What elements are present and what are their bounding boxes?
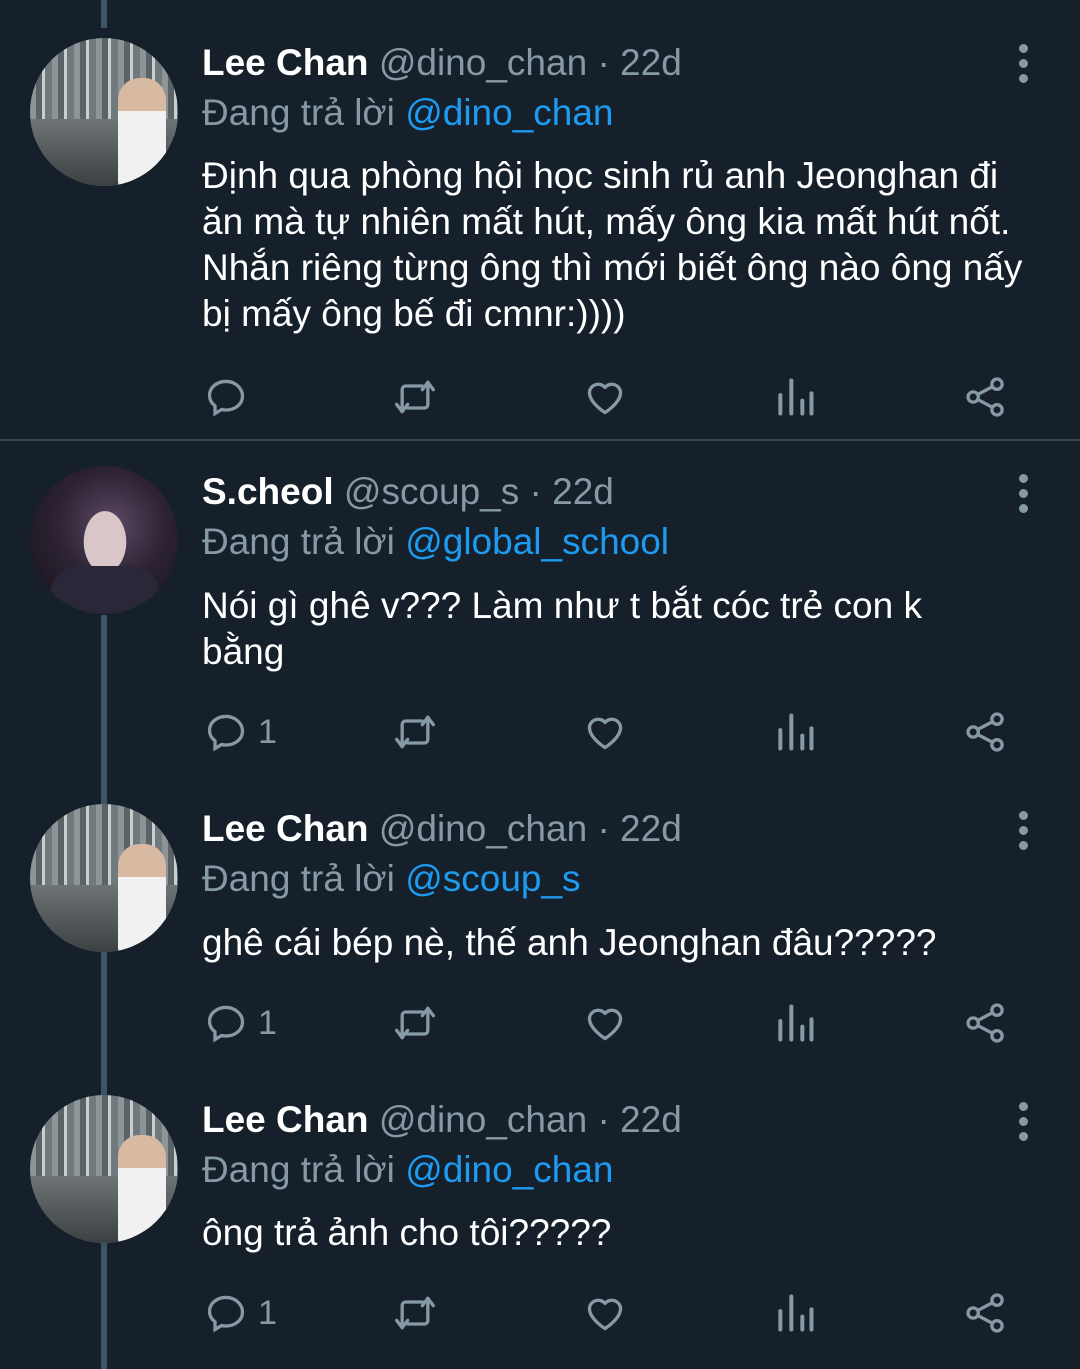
- heart-icon: [587, 717, 623, 750]
- reply-mention-link[interactable]: @dino_chan: [405, 92, 613, 133]
- user-handle[interactable]: @scoup_s: [344, 471, 519, 512]
- retweet-icon: [395, 1296, 435, 1330]
- retweet-button[interactable]: [393, 1288, 437, 1338]
- avatar[interactable]: [30, 38, 178, 186]
- retweet-button[interactable]: [393, 707, 437, 757]
- avatar[interactable]: [30, 804, 178, 952]
- more-vertical-icon[interactable]: [1016, 811, 1030, 850]
- tweet-header: Lee Chan @dino_chan · 22d: [202, 808, 682, 850]
- separator: ·: [597, 42, 610, 83]
- replying-to: Đang trả lời @dino_chan: [202, 1149, 614, 1191]
- share-button[interactable]: [964, 707, 1008, 757]
- retweet-icon: [395, 380, 435, 414]
- replying-to-label: Đang trả lời: [202, 858, 395, 899]
- reply-button[interactable]: [204, 372, 258, 422]
- thread-line-top: [101, 0, 107, 28]
- separator: ·: [597, 1099, 610, 1140]
- like-button[interactable]: [583, 707, 627, 757]
- reply-mention-link[interactable]: @scoup_s: [405, 858, 580, 899]
- timestamp[interactable]: 22d: [620, 42, 682, 83]
- display-name[interactable]: Lee Chan: [202, 808, 369, 849]
- reply-mention-link[interactable]: @dino_chan: [405, 1149, 613, 1190]
- analytics-button[interactable]: [773, 372, 817, 422]
- analytics-icon: [778, 1294, 814, 1332]
- reply-mention-link[interactable]: @global_school: [405, 521, 669, 562]
- user-handle[interactable]: @dino_chan: [379, 1099, 587, 1140]
- replying-to-label: Đang trả lời: [202, 92, 395, 133]
- tweet-header: Lee Chan @dino_chan · 22d: [202, 42, 682, 84]
- analytics-icon: [778, 1004, 814, 1042]
- share-button[interactable]: [964, 998, 1008, 1048]
- avatar[interactable]: [30, 1095, 178, 1243]
- tweet-actions: 1: [0, 707, 1080, 757]
- tweet-actions: 1: [0, 1288, 1080, 1338]
- reply-button[interactable]: 1: [204, 707, 277, 757]
- like-button[interactable]: [583, 998, 627, 1048]
- reply-icon: [207, 1005, 245, 1043]
- heart-icon: [587, 382, 623, 415]
- share-icon: [966, 1003, 1004, 1043]
- reply-count: 1: [258, 712, 277, 751]
- tweet-header: S.cheol @scoup_s · 22d: [202, 471, 614, 513]
- share-icon: [966, 377, 1004, 417]
- reply-count: 1: [258, 1003, 277, 1042]
- retweet-icon: [395, 1006, 435, 1040]
- tweet-text: ghê cái bép nè, thế anh Jeonghan đâu????…: [202, 922, 937, 963]
- heart-icon: [587, 1008, 623, 1041]
- more-vertical-icon[interactable]: [1016, 1102, 1030, 1141]
- reply-button[interactable]: 1: [204, 998, 277, 1048]
- more-vertical-icon[interactable]: [1016, 44, 1030, 83]
- timestamp[interactable]: 22d: [620, 1099, 682, 1140]
- display-name[interactable]: S.cheol: [202, 471, 334, 512]
- like-button[interactable]: [583, 1288, 627, 1338]
- display-name[interactable]: Lee Chan: [202, 1099, 369, 1140]
- more-vertical-icon[interactable]: [1016, 474, 1030, 513]
- share-button[interactable]: [964, 372, 1008, 422]
- reply-icon: [207, 1295, 245, 1333]
- timestamp[interactable]: 22d: [552, 471, 614, 512]
- replying-to: Đang trả lời @scoup_s: [202, 858, 581, 900]
- retweet-button[interactable]: [393, 372, 437, 422]
- replying-to-label: Đang trả lời: [202, 1149, 395, 1190]
- retweet-icon: [395, 715, 435, 749]
- separator: ·: [529, 471, 542, 512]
- tweet-actions: [0, 372, 1080, 422]
- share-button[interactable]: [964, 1288, 1008, 1338]
- analytics-icon: [778, 378, 814, 416]
- tweet-text: Nói gì ghê v??? Làm như t bắt cóc trẻ co…: [202, 585, 922, 672]
- tweet-actions: 1: [0, 998, 1080, 1048]
- tweet-divider: [0, 439, 1080, 441]
- retweet-button[interactable]: [393, 998, 437, 1048]
- analytics-button[interactable]: [773, 707, 817, 757]
- reply-button[interactable]: 1: [204, 1288, 277, 1338]
- share-icon: [966, 1293, 1004, 1333]
- share-icon: [966, 712, 1004, 752]
- analytics-icon: [778, 713, 814, 751]
- tweet-header: Lee Chan @dino_chan · 22d: [202, 1099, 682, 1141]
- replying-to: Đang trả lời @dino_chan: [202, 92, 614, 134]
- analytics-button[interactable]: [773, 998, 817, 1048]
- reply-icon: [207, 714, 245, 752]
- replying-to: Đang trả lời @global_school: [202, 521, 669, 563]
- timestamp[interactable]: 22d: [620, 808, 682, 849]
- reply-icon: [207, 379, 245, 417]
- user-handle[interactable]: @dino_chan: [379, 42, 587, 83]
- like-button[interactable]: [583, 372, 627, 422]
- tweet-text: ông trả ảnh cho tôi?????: [202, 1212, 612, 1253]
- user-handle[interactable]: @dino_chan: [379, 808, 587, 849]
- separator: ·: [597, 808, 610, 849]
- replying-to-label: Đang trả lời: [202, 521, 395, 562]
- reply-count: 1: [258, 1293, 277, 1332]
- tweet-text: Định qua phòng hội học sinh rủ anh Jeong…: [202, 155, 1023, 334]
- avatar[interactable]: [30, 466, 178, 614]
- display-name[interactable]: Lee Chan: [202, 42, 369, 83]
- analytics-button[interactable]: [773, 1288, 817, 1338]
- heart-icon: [587, 1298, 623, 1331]
